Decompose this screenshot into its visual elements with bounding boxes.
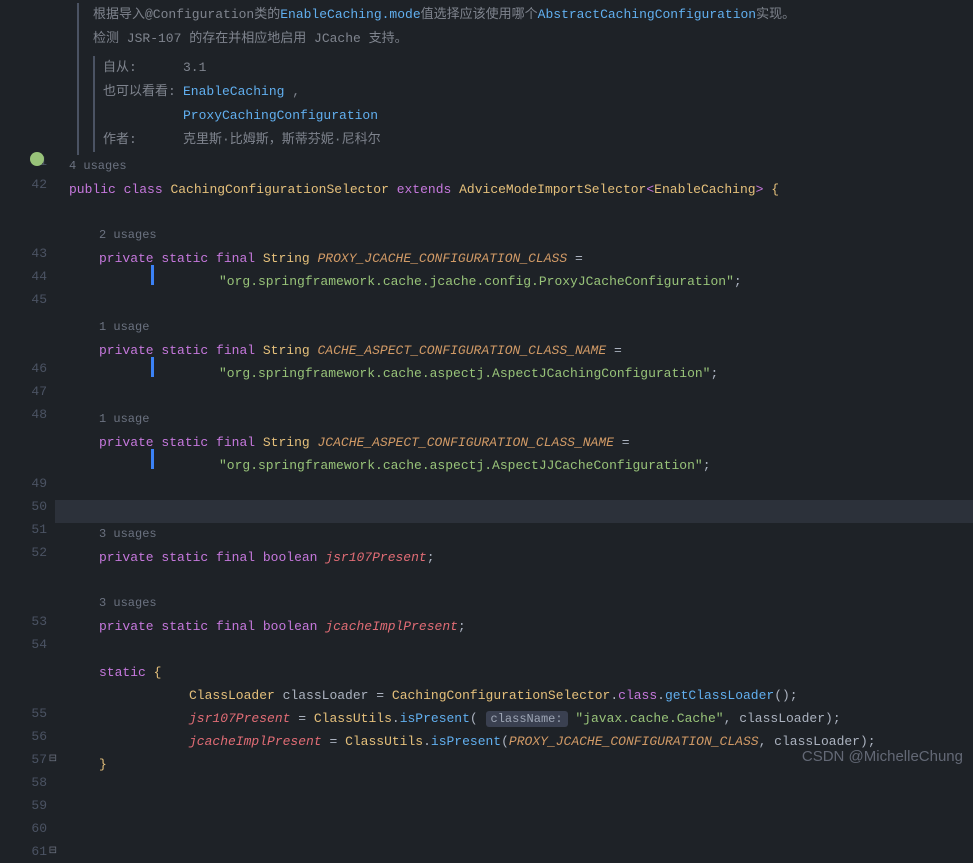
code-area[interactable]: 根据导入@Configuration类的EnableCaching.mode值选… (55, 0, 973, 771)
code-line[interactable]: private static final String CACHE_ASPECT… (55, 339, 973, 362)
line-number[interactable]: 48 (0, 403, 47, 426)
fold-icon[interactable]: ⊟ (49, 840, 57, 863)
code-line[interactable]: static { (55, 661, 973, 684)
code-line[interactable]: "org.springframework.cache.aspectj.Aspec… (55, 454, 973, 477)
code-line[interactable]: private static final boolean jcacheImplP… (55, 615, 973, 638)
usage-hint[interactable]: 1 usage (55, 316, 973, 339)
doc-since-value: 3.1 (183, 56, 206, 80)
doc-link[interactable]: EnableCaching (183, 84, 284, 99)
line-number[interactable]: 60 (0, 817, 47, 840)
code-line[interactable]: ClassLoader classLoader = CachingConfigu… (55, 684, 973, 707)
javadoc-block: 根据导入@Configuration类的EnableCaching.mode值选… (77, 3, 973, 155)
line-number[interactable]: 47 (0, 380, 47, 403)
editor-container: ✎ 41 42 43 44 45 46 47 48 49 50 51 52 53… (0, 0, 973, 771)
current-line[interactable] (55, 500, 973, 523)
code-line[interactable]: private static final String PROXY_JCACHE… (55, 247, 973, 270)
line-number[interactable]: 45 (0, 288, 47, 311)
line-number[interactable]: 42 (0, 173, 47, 196)
line-number[interactable]: 55 (0, 702, 47, 725)
doc-author-value: 克里斯·比姆斯，斯蒂芬妮·尼科尔 (183, 128, 381, 152)
change-marker (151, 357, 154, 377)
doc-author-label: 作者: (103, 128, 183, 152)
doc-since-label: 自从: (103, 56, 183, 80)
code-line[interactable]: jsr107Present = ClassUtils.isPresent( cl… (55, 707, 973, 730)
usage-hint[interactable]: 4 usages (55, 155, 973, 178)
code-line[interactable]: "org.springframework.cache.jcache.config… (55, 270, 973, 293)
line-number[interactable]: 57⊟ (0, 748, 47, 771)
change-marker (151, 449, 154, 469)
code-line[interactable]: "org.springframework.cache.aspectj.Aspec… (55, 362, 973, 385)
line-number[interactable]: 53 (0, 610, 47, 633)
class-gutter-icon[interactable] (30, 152, 44, 166)
line-number[interactable]: 49 (0, 472, 47, 495)
usage-hint[interactable]: 2 usages (55, 224, 973, 247)
usage-hint[interactable]: 3 usages (55, 523, 973, 546)
doc-text: 检测 JSR-107 的存在并相应地启用 JCache 支持。 (93, 27, 973, 51)
line-number[interactable]: 44 (0, 265, 47, 288)
line-number[interactable]: 59 (0, 794, 47, 817)
line-number[interactable]: 56 (0, 725, 47, 748)
code-line[interactable]: public class CachingConfigurationSelecto… (55, 178, 973, 201)
doc-see-label: 也可以看看: (103, 80, 183, 104)
code-line[interactable]: private static final boolean jsr107Prese… (55, 546, 973, 569)
line-number[interactable]: 51 (0, 518, 47, 541)
change-marker (151, 265, 154, 285)
line-number[interactable]: 46 (0, 357, 47, 380)
usage-hint[interactable]: 1 usage (55, 408, 973, 431)
code-line[interactable]: private static final String JCACHE_ASPEC… (55, 431, 973, 454)
doc-link[interactable]: EnableCaching.mode (280, 7, 420, 22)
line-number[interactable]: 58 (0, 771, 47, 794)
line-number[interactable]: 61⊟ (0, 840, 47, 863)
doc-text: 根据导入@Configuration类的EnableCaching.mode值选… (93, 3, 973, 27)
line-number[interactable]: 52 (0, 541, 47, 564)
line-gutter: 41 42 43 44 45 46 47 48 49 50 51 52 53 5… (0, 0, 55, 771)
parameter-hint: className: (486, 711, 568, 727)
line-number[interactable]: 43 (0, 242, 47, 265)
line-number[interactable]: 50 (0, 495, 47, 518)
usage-hint[interactable]: 3 usages (55, 592, 973, 615)
watermark: CSDN @MichelleChung (802, 748, 963, 765)
doc-link[interactable]: AbstractCachingConfiguration (538, 7, 756, 22)
line-number[interactable]: 54 (0, 633, 47, 656)
doc-link[interactable]: ProxyCachingConfiguration (183, 104, 378, 128)
